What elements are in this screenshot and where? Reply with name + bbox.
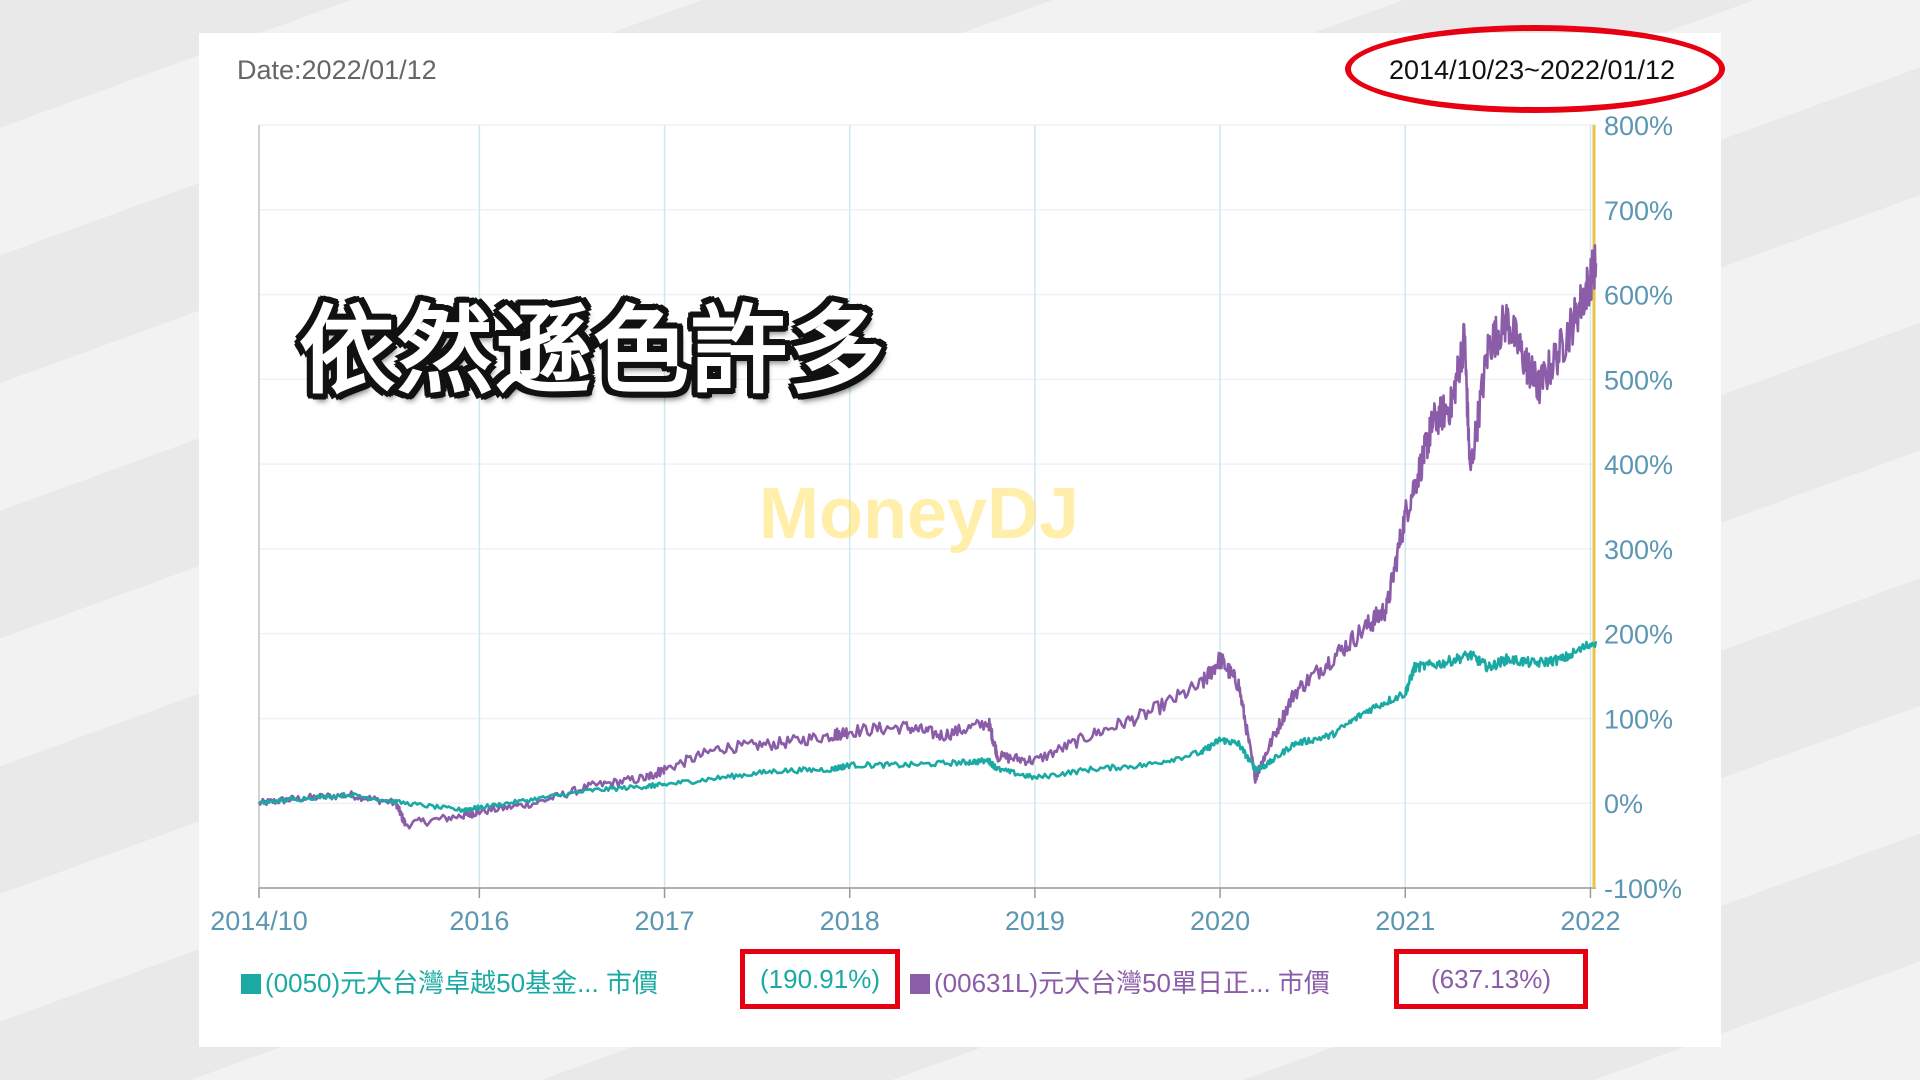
y-tick-label: 500% xyxy=(1604,365,1673,395)
return-box-00631L: (637.13%) xyxy=(1394,949,1588,1009)
x-tick-label: 2021 xyxy=(1375,906,1435,936)
x-tick-label: 2017 xyxy=(635,906,695,936)
y-tick-label: 700% xyxy=(1604,196,1673,226)
legend-label-0050: (0050)元大台灣卓越50基金... 市價 xyxy=(265,968,658,998)
x-tick-label: 2019 xyxy=(1005,906,1065,936)
x-tick-label: 2020 xyxy=(1190,906,1250,936)
y-tick-label: 300% xyxy=(1604,535,1673,565)
y-tick-label: -100% xyxy=(1604,874,1682,904)
y-tick-label: 600% xyxy=(1604,281,1673,311)
series-line-0050 xyxy=(258,640,1598,813)
legend-label-00631L: (00631L)元大台灣50單日正... 市價 xyxy=(934,968,1330,998)
chart-card: Date:2022/01/12 2014/10/23~2022/01/12 80… xyxy=(199,25,1725,1047)
y-tick-label: 100% xyxy=(1604,704,1673,734)
legend-swatch-0050 xyxy=(241,974,261,994)
y-tick-label: 200% xyxy=(1604,620,1673,650)
x-tick-label: 2014/10 xyxy=(210,906,308,936)
return-box-0050: (190.91%) xyxy=(740,949,900,1009)
legend-swatch-00631L xyxy=(910,974,930,994)
overlay-caption: 依然遜色許多 xyxy=(299,295,887,407)
y-tick-label: 800% xyxy=(1604,111,1673,141)
x-tick-label: 2018 xyxy=(820,906,880,936)
legend-series-0050[interactable]: (0050)元大台灣卓越50基金... 市價 xyxy=(241,963,658,1000)
x-tick-label: 2016 xyxy=(449,906,509,936)
watermark: MoneyDJ xyxy=(759,474,1080,554)
y-tick-label: 0% xyxy=(1604,789,1643,819)
y-tick-label: 400% xyxy=(1604,450,1673,480)
x-tick-label: 2022 xyxy=(1560,906,1620,936)
legend-series-00631L[interactable]: (00631L)元大台灣50單日正... 市價 xyxy=(910,963,1330,1000)
